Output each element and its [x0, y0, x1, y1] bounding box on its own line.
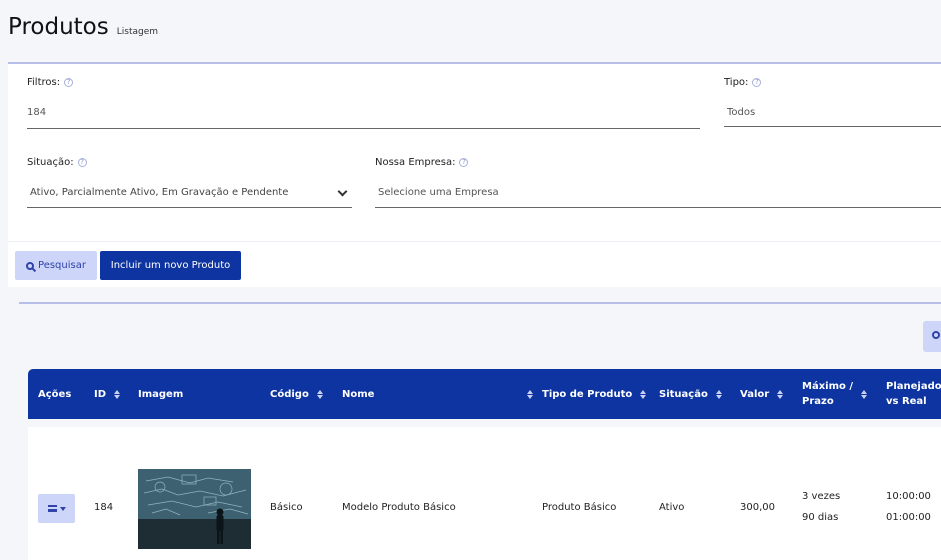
empresa-label: Nossa Empresa: ? — [375, 157, 469, 168]
help-icon[interactable]: ? — [64, 78, 74, 87]
sort-icon[interactable] — [640, 389, 647, 399]
help-icon[interactable]: ? — [752, 78, 762, 87]
column-planejado[interactable]: Planejado vs Real — [886, 369, 941, 419]
product-image[interactable] — [138, 469, 251, 549]
options-button[interactable] — [923, 321, 941, 352]
column-nome[interactable]: Nome — [342, 369, 374, 419]
help-icon[interactable]: ? — [77, 158, 87, 167]
sort-icon[interactable] — [527, 389, 533, 399]
filtros-label: Filtros: ? — [27, 77, 74, 88]
page-header: Produtos Listagem — [8, 14, 158, 40]
table-row: 184 Básico Modelo Produto Básico Produto… — [28, 427, 941, 560]
column-maximo-prazo[interactable]: Máximo / Prazo — [802, 369, 868, 419]
filter-panel: Filtros: ? 184 Tipo: ? Todos Situação: ?… — [8, 62, 941, 287]
sort-icon[interactable] — [861, 389, 868, 399]
tipo-select[interactable]: Todos — [727, 107, 755, 118]
cell-valor: 300,00 — [740, 502, 775, 513]
cell-tipo: Produto Básico — [542, 502, 617, 513]
row-actions-button[interactable] — [38, 494, 75, 523]
column-nome-sort[interactable] — [519, 369, 533, 419]
product-photo — [138, 469, 251, 549]
page-title: Produtos — [8, 14, 109, 40]
help-icon[interactable]: ? — [459, 158, 469, 167]
caret-down-icon — [59, 506, 66, 511]
situacao-label: Situação: ? — [27, 157, 87, 168]
section-divider — [19, 302, 941, 304]
empresa-underline — [375, 207, 941, 208]
cell-planejado: 10:00:00 — [886, 491, 931, 502]
page-subtitle: Listagem — [116, 27, 159, 37]
cell-situacao: Ativo — [659, 502, 685, 513]
situacao-select[interactable]: Ativo, Parcialmente Ativo, Em Gravação e… — [30, 187, 288, 198]
cell-real: 01:00:00 — [886, 512, 931, 523]
tipo-label: Tipo: ? — [724, 77, 762, 88]
tipo-underline — [724, 126, 941, 127]
list-icon — [47, 505, 57, 512]
cell-prazo: 90 dias — [802, 512, 839, 523]
column-situacao[interactable]: Situação — [659, 369, 722, 419]
chevron-down-icon[interactable] — [337, 186, 348, 197]
search-icon — [26, 261, 35, 270]
cell-codigo: Básico — [270, 502, 303, 513]
panel-divider — [8, 241, 941, 242]
column-id[interactable]: ID — [94, 369, 121, 419]
filtros-underline — [27, 128, 700, 129]
sort-icon[interactable] — [114, 389, 121, 399]
sort-icon[interactable] — [316, 389, 323, 399]
column-imagem: Imagem — [138, 388, 184, 400]
table-header: Ações ID Imagem Código Nome Tipo de Prod… — [28, 369, 941, 419]
add-product-button[interactable]: Incluir um novo Produto — [100, 251, 241, 280]
cell-id: 184 — [94, 502, 114, 513]
column-acoes: Ações — [38, 388, 72, 400]
situacao-underline — [27, 207, 352, 208]
search-button[interactable]: Pesquisar — [15, 251, 97, 280]
column-tipo[interactable]: Tipo de Produto — [542, 369, 647, 419]
column-codigo[interactable]: Código — [270, 369, 323, 419]
empresa-select[interactable]: Selecione uma Empresa — [378, 187, 499, 198]
search-icon — [932, 331, 940, 339]
filtros-input[interactable]: 184 — [27, 107, 46, 118]
column-valor[interactable]: Valor — [740, 369, 784, 419]
cell-nome: Modelo Produto Básico — [342, 502, 456, 513]
sort-icon[interactable] — [777, 389, 784, 399]
sort-icon[interactable] — [715, 389, 722, 399]
cell-maximo: 3 vezes — [802, 491, 841, 502]
